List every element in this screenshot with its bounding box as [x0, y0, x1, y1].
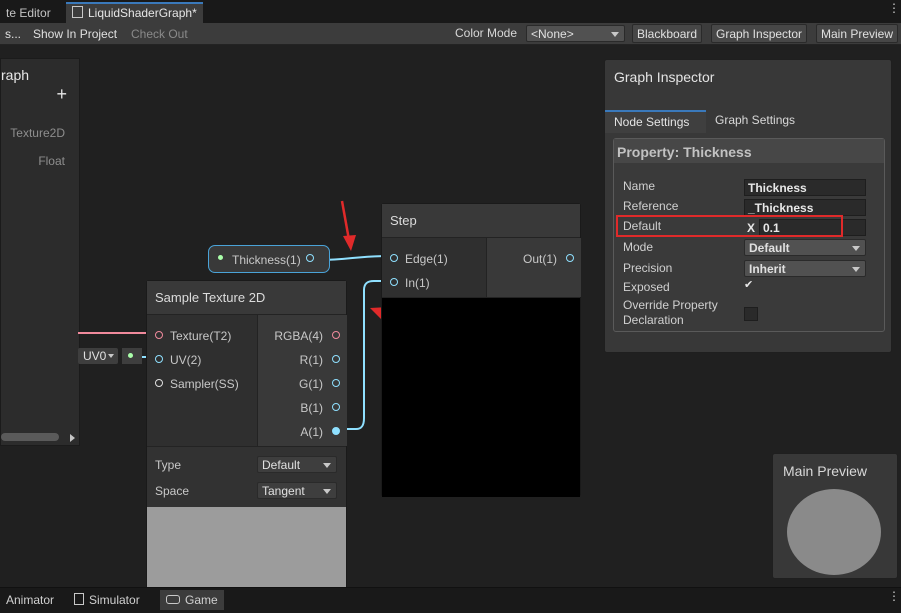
property-header: Property: Thickness — [617, 144, 752, 160]
precision-label: Precision — [623, 261, 673, 275]
port-label: Out(1) — [522, 252, 557, 266]
exposed-label: Exposed — [623, 280, 670, 294]
check-icon: ✔ — [744, 279, 754, 291]
tab-simulator-label: Simulator — [89, 593, 140, 607]
bottom-tab-bar: Animator Simulator Game ⋮ — [0, 587, 901, 613]
input-port[interactable] — [155, 379, 163, 387]
main-preview-title: Main Preview — [783, 463, 868, 479]
inspector-title: Graph Inspector — [614, 69, 715, 85]
graph-inspector-panel: Graph Inspector Node Settings Graph Sett… — [604, 59, 892, 353]
main-preview-panel: Main Preview — [772, 453, 898, 579]
port-label: B(1) — [300, 401, 323, 415]
window-menu-icon[interactable]: ⋮ — [888, 590, 900, 602]
node-title: Step — [382, 204, 580, 238]
port-label: RGBA(4) — [274, 329, 323, 343]
node-output-section: RGBA(4) R(1) G(1) B(1) A(1) — [257, 315, 347, 446]
tab-game-label: Game — [185, 593, 218, 607]
output-port[interactable] — [332, 331, 340, 339]
node-title: Sample Texture 2D — [147, 281, 346, 315]
uv-output-port[interactable] — [122, 348, 142, 364]
uv-channel-dropdown[interactable]: UV0 — [78, 348, 118, 364]
mode-dropdown[interactable]: Default — [744, 239, 866, 256]
thickness-property-node[interactable]: Thickness(1) — [208, 245, 330, 273]
space-dropdown[interactable]: Tangent — [257, 482, 337, 499]
node-preview — [382, 297, 580, 497]
chevron-down-icon — [108, 354, 114, 358]
port-label: UV(2) — [170, 353, 202, 367]
step-node[interactable]: Step Edge(1) In(1) Out(1) — [381, 203, 581, 497]
exposed-checkbox[interactable]: ✔ — [744, 279, 757, 292]
tab-node-settings-label: Node Settings — [614, 115, 690, 129]
type-dropdown[interactable]: Default — [257, 456, 337, 473]
node-preview — [147, 507, 346, 589]
tab-node-settings[interactable]: Node Settings — [605, 110, 706, 133]
tab-animator-label: Animator — [6, 593, 55, 607]
input-port[interactable] — [155, 331, 163, 339]
type-value: Default — [262, 458, 301, 472]
mode-value: Default — [749, 241, 790, 255]
tab-graph-settings-label: Graph Settings — [715, 113, 796, 127]
port-label: G(1) — [299, 377, 323, 391]
port-dot-icon — [128, 353, 133, 358]
reference-field[interactable]: _Thickness — [744, 199, 866, 216]
chevron-down-icon — [852, 267, 860, 272]
node-settings-section: Type Default Space Tangent — [147, 446, 346, 507]
precision-dropdown[interactable]: Inherit — [744, 260, 866, 277]
node-output-section: Out(1) — [486, 238, 581, 297]
uv-channel-value: UV0 — [83, 349, 107, 363]
precision-value: Inherit — [749, 262, 786, 276]
node-input-section: Texture(T2) UV(2) Sampler(SS) — [147, 315, 257, 446]
output-port[interactable] — [332, 403, 340, 411]
gamepad-icon — [166, 595, 180, 604]
input-port[interactable] — [390, 254, 398, 262]
chevron-down-icon — [323, 463, 331, 468]
node-input-section: Edge(1) In(1) — [382, 238, 486, 297]
tab-graph-settings[interactable]: Graph Settings — [706, 112, 816, 133]
port-label: Edge(1) — [405, 252, 448, 266]
sample-texture-2d-node[interactable]: Sample Texture 2D Texture(T2) UV(2) Samp… — [146, 280, 347, 590]
space-label: Space — [155, 484, 190, 498]
output-port[interactable] — [332, 355, 340, 363]
property-node-label: Thickness(1) — [232, 253, 301, 267]
port-label: In(1) — [405, 276, 430, 290]
name-field[interactable]: Thickness — [744, 179, 866, 196]
port-label: Texture(T2) — [170, 329, 232, 343]
simulator-icon — [74, 593, 84, 605]
override-label: Override Property — [623, 298, 718, 312]
preview-sphere[interactable] — [787, 489, 881, 575]
override-label-cont: Declaration — [623, 313, 684, 327]
chevron-down-icon — [852, 246, 860, 251]
port-label: R(1) — [299, 353, 323, 367]
tab-simulator[interactable]: Simulator — [68, 590, 146, 610]
output-port[interactable] — [332, 427, 340, 435]
mode-label: Mode — [623, 240, 654, 254]
annotation-arrow — [340, 200, 356, 251]
input-port[interactable] — [390, 278, 398, 286]
name-label: Name — [623, 179, 656, 193]
override-declaration-checkbox[interactable] — [744, 307, 758, 321]
chevron-down-icon — [323, 489, 331, 494]
output-port[interactable] — [306, 254, 314, 262]
tab-animator[interactable]: Animator — [0, 590, 60, 610]
reference-label: Reference — [623, 199, 679, 213]
space-value: Tangent — [262, 484, 305, 498]
port-label: Sampler(SS) — [170, 377, 239, 391]
property-indicator-icon — [218, 255, 223, 260]
port-label: A(1) — [300, 425, 323, 439]
input-port[interactable] — [155, 355, 163, 363]
tab-game[interactable]: Game — [160, 590, 224, 610]
output-port[interactable] — [566, 254, 574, 262]
output-port[interactable] — [332, 379, 340, 387]
type-label: Type — [155, 458, 182, 472]
annotation-highlight-box — [616, 215, 843, 237]
property-header-bar: Property: Thickness — [614, 139, 884, 163]
